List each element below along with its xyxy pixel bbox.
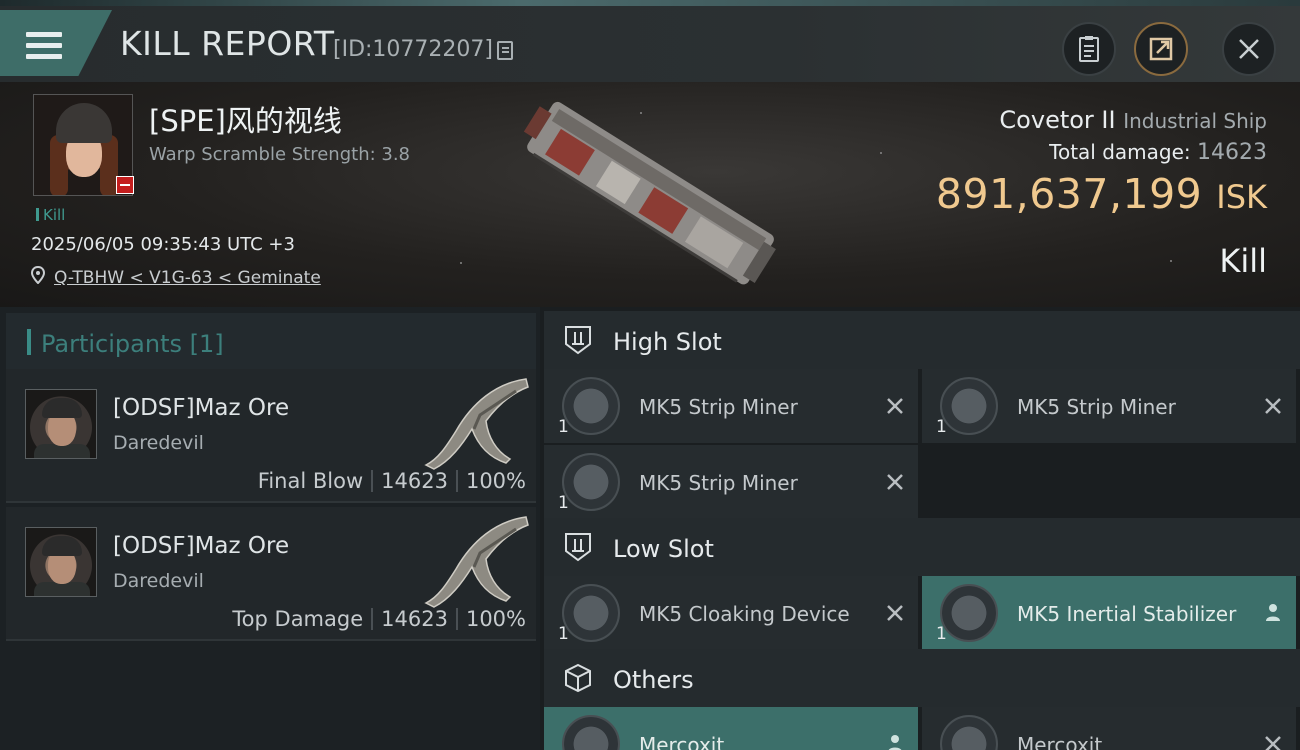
location-link[interactable]: Q-TBHW < V1G-63 < Geminate xyxy=(54,268,321,288)
participant-name: [ODSF]Maz Ore xyxy=(113,533,290,559)
low-slot-icon xyxy=(565,533,591,562)
participant-percent: 100% xyxy=(465,607,526,631)
victim-name: [SPE]风的视线 xyxy=(149,104,342,138)
item-quantity: 1 xyxy=(558,624,569,644)
item-quantity: 1 xyxy=(936,417,947,437)
participant-name: [ODSF]Maz Ore xyxy=(113,395,290,421)
total-damage-label: Total damage: xyxy=(1049,140,1191,164)
participant-card[interactable]: [ODSF]Maz Ore Daredevil Final Blow 14623 1… xyxy=(6,369,536,503)
dropped-person-icon xyxy=(888,735,902,750)
participant-portrait[interactable] xyxy=(25,389,97,459)
module-item[interactable]: 1 MK5 Cloaking Device xyxy=(544,576,918,650)
cloaking-device-icon xyxy=(562,584,620,642)
location-pin-icon xyxy=(31,266,45,284)
mercoxit-ore-icon xyxy=(940,715,998,750)
share-icon xyxy=(1149,37,1173,61)
destroyed-icon xyxy=(1265,736,1281,750)
victim-ship-image xyxy=(523,101,776,285)
item-name: MK5 Strip Miner xyxy=(639,395,798,419)
mercoxit-ore-icon xyxy=(562,715,620,750)
module-item[interactable]: 1 MK5 Inertial Stabilizer xyxy=(922,576,1296,650)
cargo-item[interactable]: 1 Mercoxit xyxy=(922,707,1296,750)
loss-badge-icon xyxy=(116,176,134,194)
dropped-person-icon xyxy=(1266,604,1280,621)
item-name: MK5 Strip Miner xyxy=(639,471,798,495)
victim-banner: Kill [SPE]风的视线 Warp Scramble Strength: 3… xyxy=(0,82,1300,307)
menu-button[interactable] xyxy=(0,10,112,76)
fittings-panel: High Slot 1 MK5 Strip Miner 1 MK5 Strip … xyxy=(540,307,1300,750)
hamburger-menu-icon xyxy=(26,32,62,60)
participants-panel: Participants [1] [ODSF]Maz Ore Daredevil… xyxy=(0,307,540,750)
module-item[interactable]: 1 MK5 Strip Miner xyxy=(544,369,918,443)
destroyed-icon xyxy=(887,398,903,414)
high-slot-header: High Slot xyxy=(544,311,1300,369)
page-title: KILL REPORT xyxy=(120,24,335,63)
participant-portrait[interactable] xyxy=(25,527,97,597)
high-slot-icon xyxy=(565,326,591,355)
report-id: [ID:10772207] xyxy=(333,37,493,62)
cargo-item[interactable]: 1 Mercoxit xyxy=(544,707,918,750)
others-header: Others xyxy=(544,649,1300,707)
item-name: Mercoxit xyxy=(1017,733,1103,750)
clipboard-button[interactable] xyxy=(1062,22,1116,76)
clipboard-icon xyxy=(1079,36,1099,62)
participant-ship-image xyxy=(424,378,529,470)
item-quantity: 1 xyxy=(558,417,569,437)
ship-name: Covetor II xyxy=(999,106,1116,134)
destroyed-icon xyxy=(887,605,903,621)
high-slot-label: High Slot xyxy=(613,328,722,356)
destroyed-icon xyxy=(887,474,903,490)
low-slot-label: Low Slot xyxy=(613,535,714,563)
cargo-box-icon xyxy=(565,663,591,693)
participant-card[interactable]: [ODSF]Maz Ore Daredevil Top Damage 14623 1… xyxy=(6,507,536,641)
share-button[interactable] xyxy=(1134,22,1188,76)
inertial-stabilizer-icon xyxy=(940,584,998,642)
strip-miner-icon xyxy=(940,377,998,435)
kill-timestamp: 2025/06/05 09:35:43 UTC +3 xyxy=(31,234,295,255)
total-damage: Total damage: 14623 xyxy=(1049,140,1267,165)
item-name: MK5 Cloaking Device xyxy=(639,602,850,626)
participant-damage: 14623 xyxy=(381,469,448,493)
close-button[interactable] xyxy=(1222,22,1276,76)
isk-unit: ISK xyxy=(1216,178,1267,216)
others-label: Others xyxy=(613,666,694,694)
strip-miner-icon xyxy=(562,453,620,511)
strip-miner-icon xyxy=(562,377,620,435)
participant-percent: 100% xyxy=(465,469,526,493)
copy-icon[interactable] xyxy=(497,41,513,60)
participant-role: Final Blow xyxy=(257,469,364,493)
kill-tag: Kill xyxy=(36,206,65,224)
participants-title: Participants [1] xyxy=(41,330,224,358)
total-damage-value: 14623 xyxy=(1197,140,1267,165)
participant-stats: Final Blow 14623 100% xyxy=(258,469,526,493)
isk-value-line: 891,637,199 ISK xyxy=(936,170,1267,218)
item-name: Mercoxit xyxy=(639,733,725,750)
participant-ship: Daredevil xyxy=(113,570,204,592)
item-name: MK5 Strip Miner xyxy=(1017,395,1176,419)
isk-value: 891,637,199 xyxy=(935,170,1203,218)
item-quantity: 1 xyxy=(558,493,569,513)
kill-result: Kill xyxy=(1219,242,1267,280)
item-name: MK5 Inertial Stabilizer xyxy=(1017,602,1237,626)
participant-stats: Top Damage 14623 100% xyxy=(232,607,526,631)
participants-header[interactable]: Participants [1] xyxy=(6,313,536,369)
victim-ship: Covetor II Industrial Ship xyxy=(999,106,1267,134)
participant-role: Top Damage xyxy=(232,607,364,631)
participant-ship-image xyxy=(424,516,529,608)
participant-damage: 14623 xyxy=(381,607,448,631)
warp-scramble-strength: Warp Scramble Strength: 3.8 xyxy=(149,144,411,165)
low-slot-header: Low Slot xyxy=(544,518,1300,576)
header-bar: KILL REPORT [ID:10772207] xyxy=(0,6,1300,82)
module-item[interactable]: 1 MK5 Strip Miner xyxy=(922,369,1296,443)
module-item[interactable]: 1 MK5 Strip Miner xyxy=(544,445,918,519)
close-icon xyxy=(1239,39,1259,59)
destroyed-icon xyxy=(1265,398,1281,414)
ship-class: Industrial Ship xyxy=(1123,109,1267,133)
item-quantity: 1 xyxy=(936,624,947,644)
participant-ship: Daredevil xyxy=(113,432,204,454)
